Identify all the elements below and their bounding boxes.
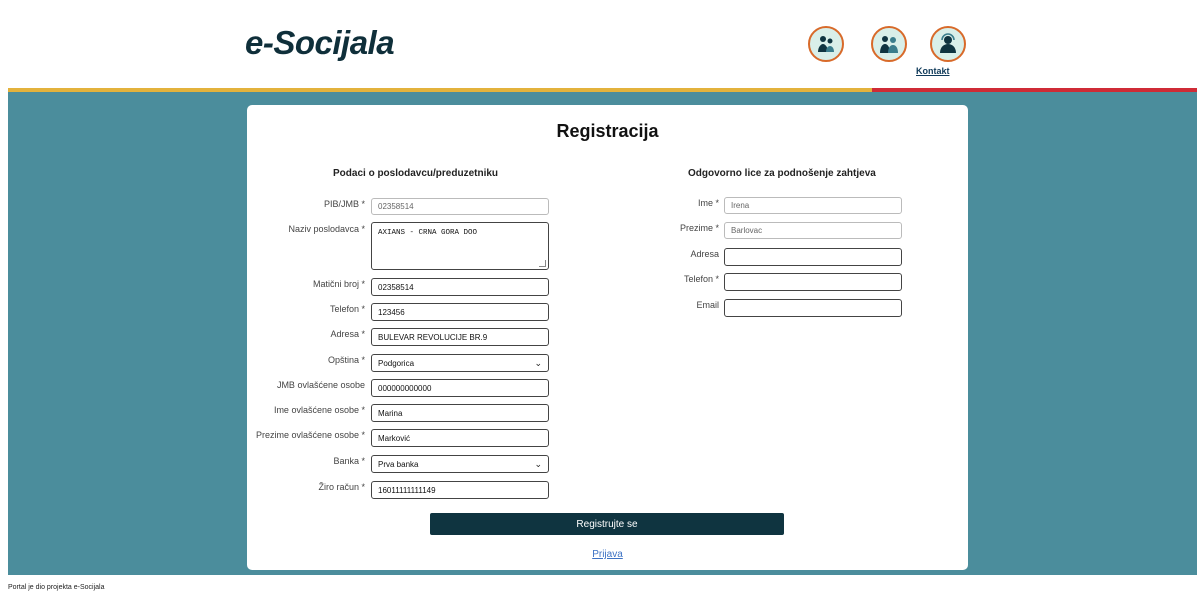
municipality-label: Opština *	[327, 355, 365, 365]
authorized-last-name-field[interactable]: Marković	[371, 429, 549, 447]
contact-link[interactable]: Kontakt	[916, 66, 950, 76]
bank-value: Prva banka	[378, 459, 419, 469]
registration-card: Registracija Podaci o poslodavcu/preduze…	[247, 105, 968, 570]
authorized-last-name-label: Prezime ovlašćene osobe *	[255, 430, 365, 440]
resize-grip-icon[interactable]	[539, 260, 546, 267]
responsible-first-name-label: Ime *	[697, 198, 719, 208]
logo: e-Socijala	[245, 24, 395, 61]
authorized-first-name-field[interactable]: Marina	[371, 404, 549, 422]
employer-phone-label: Telefon *	[329, 304, 365, 314]
registration-number-label: Matični broj *	[312, 279, 365, 289]
responsible-email-field[interactable]	[724, 299, 902, 317]
page-background: e-Socijala Kontakt Registracija Podaci o…	[8, 8, 1197, 575]
header: e-Socijala Kontakt	[8, 8, 1197, 92]
responsible-last-name-field[interactable]: Barlovac	[724, 222, 902, 239]
registration-number-field[interactable]: 02358514	[371, 278, 549, 296]
account-number-field[interactable]: 16011111111149	[371, 481, 549, 499]
header-stripe-yellow	[8, 88, 872, 92]
responsible-first-name-field[interactable]: Irena	[724, 197, 902, 214]
bank-select[interactable]: Prva banka ⌄	[371, 455, 549, 473]
employer-name-value: AXIANS - CRNA GORA DOO	[378, 229, 478, 237]
employer-phone-field[interactable]: 123456	[371, 303, 549, 321]
responsible-address-field[interactable]	[724, 248, 902, 266]
employer-address-field[interactable]: BULEVAR REVOLUCIJE BR.9	[371, 328, 549, 346]
pib-jmb-label: PIB/JMB *	[323, 199, 365, 209]
header-stripe-red	[872, 88, 1197, 92]
responsible-last-name-label: Prezime *	[679, 223, 719, 233]
register-button[interactable]: Registrujte se	[430, 513, 784, 535]
account-number-label: Žiro račun *	[318, 482, 365, 492]
login-link-text[interactable]: Prijava	[592, 549, 623, 560]
responsible-phone-field[interactable]	[724, 273, 902, 291]
responsible-address-label: Adresa	[690, 249, 719, 259]
municipality-select[interactable]: Podgorica ⌄	[371, 354, 549, 372]
responsible-section-heading: Odgovorno lice za podnošenje zahtjeva	[688, 168, 876, 179]
authorized-jmb-field[interactable]: 000000000000	[371, 379, 549, 397]
authorized-jmb-label: JMB ovlašćene osobe	[276, 380, 365, 390]
footer-text: Portal je dio projekta e-Socijala	[8, 584, 105, 591]
employer-name-label: Naziv poslodavca *	[288, 224, 365, 234]
responsible-email-label: Email	[696, 300, 719, 310]
responsible-phone-label: Telefon *	[683, 274, 719, 284]
chevron-down-icon: ⌄	[534, 357, 542, 368]
employer-address-label: Adresa *	[330, 329, 365, 339]
authorized-first-name-label: Ime ovlašćene osobe *	[273, 405, 365, 415]
login-link: Prijava	[247, 549, 968, 560]
contact-support-icon[interactable]	[930, 26, 966, 62]
chevron-down-icon: ⌄	[534, 458, 542, 469]
family-support-icon[interactable]	[808, 26, 844, 62]
employer-section-heading: Podaci o poslodavcu/preduzetniku	[333, 168, 499, 179]
bank-label: Banka *	[333, 456, 365, 466]
page-title: Registracija	[556, 121, 659, 141]
employer-name-textarea[interactable]: AXIANS - CRNA GORA DOO	[371, 222, 549, 270]
pib-jmb-field[interactable]: 02358514	[371, 198, 549, 215]
municipality-value: Podgorica	[378, 358, 415, 368]
social-care-icon[interactable]	[871, 26, 907, 62]
